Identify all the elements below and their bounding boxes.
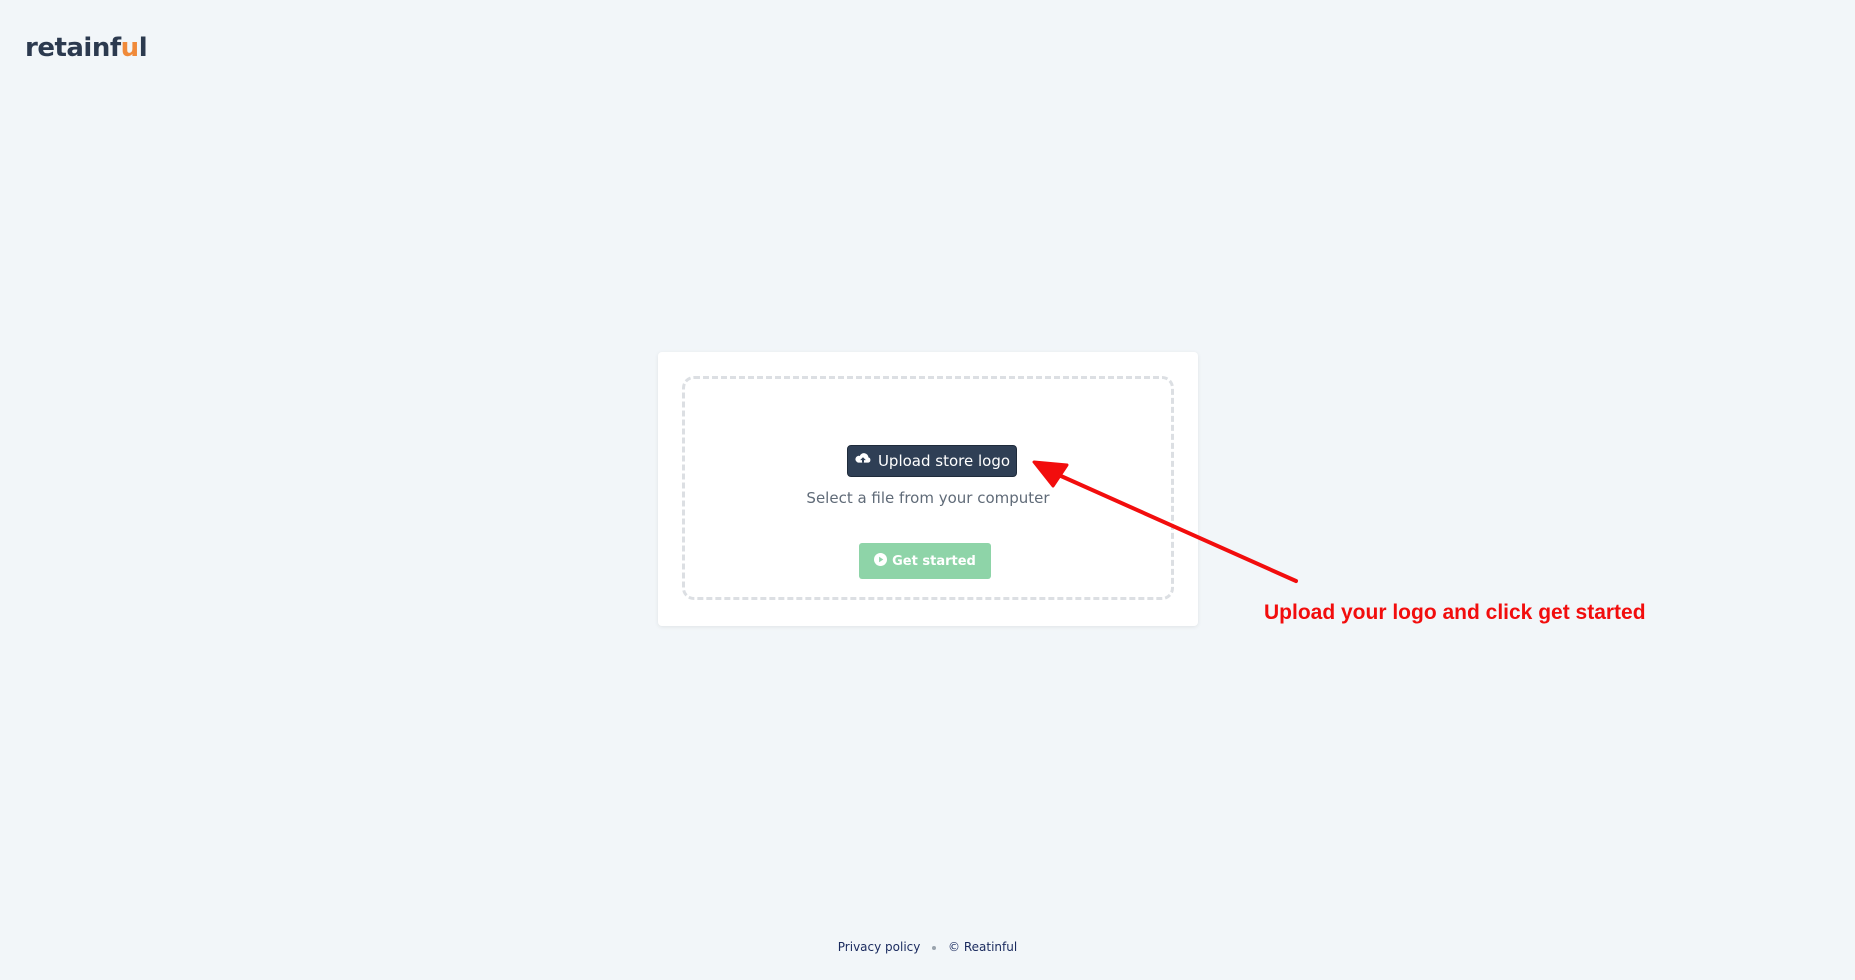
upload-store-logo-button[interactable]: Upload store logo	[847, 445, 1017, 477]
upload-card: Upload store logo Select a file from you…	[658, 352, 1198, 626]
copyright-link[interactable]: © Reatinful	[948, 940, 1017, 954]
page: retainful Upload store logo Select a fil…	[0, 0, 1855, 980]
logo-dropzone[interactable]: Upload store logo Select a file from you…	[682, 376, 1174, 600]
get-started-button[interactable]: Get started	[859, 543, 991, 579]
upload-store-logo-label: Upload store logo	[877, 452, 1011, 470]
upload-hint: Select a file from your computer	[806, 489, 1050, 507]
logo-text-accent: u	[120, 33, 140, 63]
cloud-upload-icon	[854, 451, 872, 471]
privacy-policy-link[interactable]: Privacy policy	[838, 940, 921, 954]
retainful-logo[interactable]: retainful	[25, 28, 148, 68]
logo-text-suffix: l	[138, 33, 148, 63]
annotation-text: Upload your logo and click get started	[1264, 601, 1646, 624]
footer-separator	[932, 945, 937, 950]
play-circle-icon	[874, 552, 888, 570]
footer: Privacy policy © Reatinful	[0, 940, 1855, 954]
get-started-label: Get started	[892, 553, 976, 569]
logo-text-prefix: retainf	[25, 33, 121, 63]
